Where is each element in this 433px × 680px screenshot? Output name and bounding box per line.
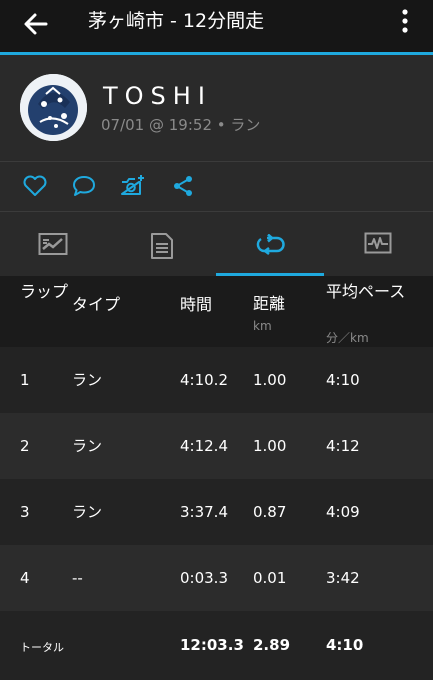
lap-time: 4:10.2 <box>180 371 228 389</box>
table-row: 3 ラン 3:37.4 0.87 4:09 <box>0 479 433 545</box>
header-lap: ラップ <box>20 282 69 301</box>
tab-stats[interactable] <box>108 212 216 276</box>
heart-icon[interactable] <box>22 174 48 198</box>
chart-icon <box>364 232 392 254</box>
total-label: トータル <box>20 641 64 654</box>
activity-meta: 07/01 @ 19:52 • ラン <box>101 116 261 134</box>
activity-tabs <box>0 212 433 276</box>
lap-pace: 4:09 <box>326 503 360 521</box>
arrow-left-icon[interactable] <box>22 10 50 38</box>
header-pace-unit: 分／km <box>326 331 369 345</box>
header-distance: 距離 <box>253 294 286 313</box>
tab-charts[interactable] <box>324 212 432 276</box>
app-bar: 茅ヶ崎市 - 12分間走 <box>0 0 433 52</box>
lap-time: 3:37.4 <box>180 503 228 521</box>
lap-number: 1 <box>20 371 30 389</box>
map-icon <box>38 233 68 255</box>
social-actions <box>0 162 433 211</box>
lap-type: ラン <box>72 503 103 521</box>
total-distance: 2.89 <box>253 636 291 654</box>
header-distance-unit: km <box>253 319 272 333</box>
lap-type: ラン <box>72 371 103 389</box>
header-pace: 平均ペース <box>326 282 406 301</box>
lap-type: -- <box>72 569 83 587</box>
share-icon[interactable] <box>171 174 197 198</box>
lap-distance: 1.00 <box>253 371 287 389</box>
laps-table-header: ラップ タイプ 時間 距離 km 平均ペース 分／km <box>0 276 433 347</box>
table-row: 2 ラン 4:12.4 1.00 4:12 <box>0 413 433 479</box>
tab-map[interactable] <box>0 212 108 276</box>
document-icon <box>151 233 173 259</box>
header-time: 時間 <box>180 295 213 314</box>
username[interactable]: TOSHI <box>103 82 212 110</box>
lap-type: ラン <box>72 437 103 455</box>
lap-pace: 4:12 <box>326 437 360 455</box>
lap-distance: 0.87 <box>253 503 287 521</box>
avatar-image <box>20 74 87 141</box>
table-row: 4 -- 0:03.3 0.01 3:42 <box>0 545 433 611</box>
avatar[interactable] <box>20 74 87 141</box>
lap-number: 4 <box>20 569 30 587</box>
table-row: 1 ラン 4:10.2 1.00 4:10 <box>0 347 433 413</box>
lap-time: 4:12.4 <box>180 437 228 455</box>
total-time: 12:03.3 <box>180 636 244 654</box>
lap-pace: 4:10 <box>326 371 360 389</box>
lap-number: 3 <box>20 503 30 521</box>
lap-pace: 3:42 <box>326 569 360 587</box>
header-type: タイプ <box>72 295 121 314</box>
tab-laps[interactable] <box>216 212 324 276</box>
lap-number: 2 <box>20 437 30 455</box>
total-pace: 4:10 <box>326 636 364 654</box>
lap-distance: 0.01 <box>253 569 287 587</box>
laps-loop-icon <box>256 234 285 255</box>
page-title: 茅ヶ崎市 - 12分間走 <box>88 10 265 32</box>
camera-plus-icon[interactable] <box>120 174 146 198</box>
lap-time: 0:03.3 <box>180 569 228 587</box>
more-vertical-icon[interactable] <box>398 8 412 34</box>
lap-distance: 1.00 <box>253 437 287 455</box>
activity-header: TOSHI 07/01 @ 19:52 • ラン <box>0 55 433 161</box>
table-total-row: トータル 12:03.3 2.89 4:10 <box>0 611 433 680</box>
chat-bubble-icon[interactable] <box>71 174 97 198</box>
